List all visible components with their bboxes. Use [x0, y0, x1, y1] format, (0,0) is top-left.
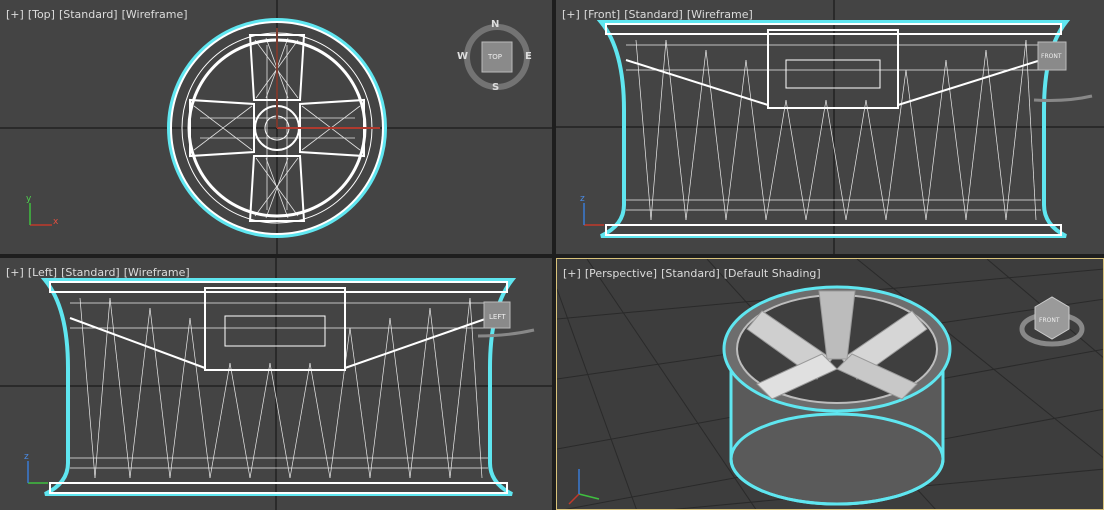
viewport-front-label[interactable]: [+] [Front] [Standard] [Wireframe] — [562, 8, 757, 21]
compass-n: N — [491, 19, 500, 30]
viewcube-left[interactable] — [477, 301, 535, 338]
front-wireframe-canvas[interactable] — [556, 0, 1104, 254]
shading-label[interactable]: [Wireframe] — [124, 266, 190, 279]
viewcube-face-label[interactable]: FRONT — [1041, 53, 1062, 60]
standard-label[interactable]: [Standard] — [59, 8, 118, 21]
viewport-menu-button[interactable]: [+] — [6, 8, 24, 21]
viewport-front[interactable]: [+] [Front] [Standard] [Wireframe] FRONT z — [556, 0, 1104, 254]
view-point-label[interactable]: [Front] — [584, 8, 620, 21]
standard-label[interactable]: [Standard] — [61, 266, 120, 279]
viewcube-face-label[interactable]: FRONT — [1039, 317, 1060, 324]
viewport-menu-button[interactable]: [+] — [562, 8, 580, 21]
viewport-top[interactable]: [+] [Top] [Standard] [Wireframe] N S E W TO… — [0, 0, 552, 254]
axis-x-label: x — [53, 217, 59, 227]
axis-tripod — [568, 469, 600, 505]
viewcube-face-label[interactable]: LEFT — [489, 313, 506, 321]
axis-tripod — [27, 461, 48, 484]
view-point-label[interactable]: [Top] — [28, 8, 55, 21]
viewport-grid: [+] [Top] [Standard] [Wireframe] N S E W TO… — [0, 0, 1104, 510]
viewport-perspective[interactable]: [+] [Perspective] [Standard] [Default Shadi… — [556, 258, 1104, 510]
compass-s: S — [492, 82, 500, 93]
perspective-canvas[interactable] — [557, 259, 1104, 510]
viewcube-face-label[interactable]: TOP — [488, 53, 502, 61]
standard-label[interactable]: [Standard] — [624, 8, 683, 21]
viewport-menu-button[interactable]: [+] — [563, 267, 581, 280]
top-wireframe-canvas[interactable] — [0, 0, 552, 254]
viewport-left-label[interactable]: [+] [Left] [Standard] [Wireframe] — [6, 266, 194, 279]
axis-z-label: z — [580, 194, 585, 204]
shading-label[interactable]: [Default Shading] — [724, 267, 821, 280]
standard-label[interactable]: [Standard] — [661, 267, 720, 280]
axis-tripod — [583, 203, 604, 226]
view-point-label[interactable]: [Perspective] — [585, 267, 657, 280]
viewport-perspective-label[interactable]: [+] [Perspective] [Standard] [Default Shadi… — [563, 267, 825, 280]
shading-label[interactable]: [Wireframe] — [122, 8, 188, 21]
viewport-menu-button[interactable]: [+] — [6, 266, 24, 279]
compass-w: W — [457, 51, 469, 62]
axis-tripod — [29, 203, 52, 226]
viewport-left[interactable]: [+] [Left] [Standard] [Wireframe] LEFT z — [0, 258, 552, 510]
left-wireframe-canvas[interactable] — [0, 258, 552, 510]
compass-e: E — [525, 51, 532, 62]
wheel-shaded-model[interactable] — [722, 285, 952, 506]
axis-z-label: z — [24, 452, 29, 462]
axis-y-label: y — [26, 194, 32, 204]
shading-label[interactable]: [Wireframe] — [687, 8, 753, 21]
viewport-top-label[interactable]: [+] [Top] [Standard] [Wireframe] — [6, 8, 192, 21]
wheel-left-wireframe[interactable] — [40, 278, 517, 496]
view-point-label[interactable]: [Left] — [28, 266, 57, 279]
